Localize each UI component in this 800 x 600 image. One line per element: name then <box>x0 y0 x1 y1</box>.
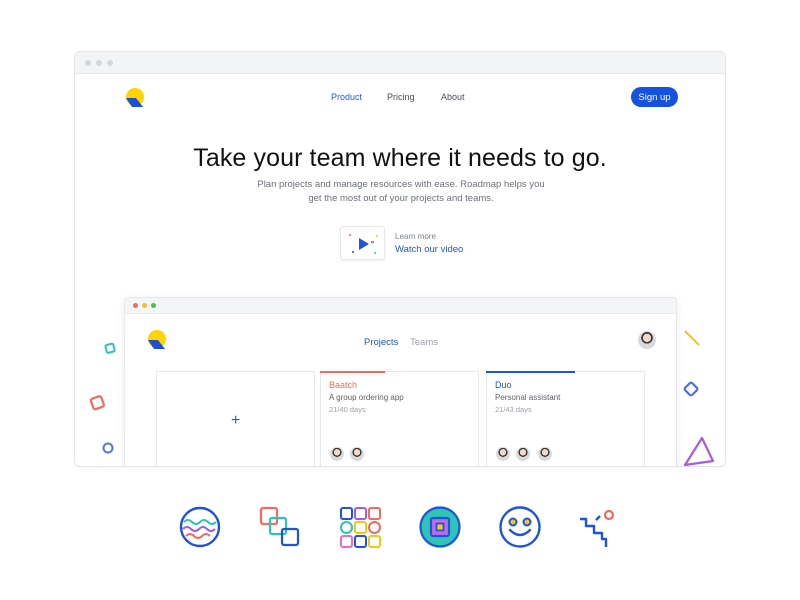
squiggle-path-icon <box>580 509 615 547</box>
add-project-card[interactable]: + <box>156 371 315 466</box>
smiley-face-icon <box>499 506 541 548</box>
teal-square-shape-icon <box>104 342 116 354</box>
user-avatar[interactable] <box>637 330 657 350</box>
window-dot <box>107 59 113 66</box>
project-description: Personal assistant <box>495 393 561 402</box>
window-dot <box>96 59 102 66</box>
nav-product[interactable]: Product <box>331 92 362 102</box>
purple-triangle-shape-icon <box>683 436 715 467</box>
member-avatar[interactable] <box>329 446 345 462</box>
close-dot <box>133 303 138 308</box>
project-card-duo[interactable]: Duo Personal assistant 21/43 days <box>486 371 645 466</box>
hero-subtitle-line: get the most out of your projects and te… <box>308 193 494 204</box>
blue-diamond-shape-icon <box>683 381 699 397</box>
hero-title: Take your team where it needs to go. <box>193 144 607 172</box>
browser-title-bar <box>75 52 725 74</box>
project-card-baatch[interactable]: Baatch A group ordering app 21/40 days <box>320 371 479 466</box>
tab-projects[interactable]: Projects <box>364 337 398 348</box>
add-icon: + <box>231 412 241 429</box>
app-preview-window: Projects Teams + Baatch A group ordering… <box>124 297 677 466</box>
watch-video-link[interactable]: Watch our video <box>395 244 463 255</box>
progress-bar <box>320 371 385 373</box>
project-description: A group ordering app <box>329 393 404 402</box>
globe-waves-icon <box>179 506 221 548</box>
video-thumbnail[interactable] <box>340 226 385 260</box>
framed-square-icon <box>419 506 461 548</box>
browser-window: Product Pricing About Sign up Take your … <box>74 51 726 467</box>
member-avatar[interactable] <box>349 446 365 462</box>
nav-pricing[interactable]: Pricing <box>387 92 415 102</box>
learn-more-label: Learn more <box>395 232 436 241</box>
app-logo-icon[interactable] <box>145 329 167 351</box>
hero-subtitle-line: Plan projects and manage resources with … <box>257 179 545 190</box>
member-avatar[interactable] <box>537 446 553 462</box>
project-days: 21/43 days <box>495 405 532 414</box>
play-icon <box>349 234 378 254</box>
yellow-line-shape-icon <box>684 330 700 346</box>
project-days: 21/40 days <box>329 405 366 414</box>
blue-ring-shape-icon <box>102 442 114 454</box>
maximize-dot <box>151 303 156 308</box>
signup-button[interactable]: Sign up <box>631 87 678 107</box>
overlapping-squares-icon <box>259 506 300 547</box>
progress-bar <box>486 371 575 373</box>
member-avatar[interactable] <box>495 446 511 462</box>
project-name: Duo <box>495 380 512 390</box>
nav-about[interactable]: About <box>441 92 465 102</box>
coral-square-shape-icon <box>89 395 105 411</box>
window-dot <box>85 59 91 66</box>
shape-grid-icon <box>340 507 381 548</box>
minimize-dot <box>142 303 147 308</box>
project-name: Baatch <box>329 380 358 390</box>
app-title-bar <box>125 298 676 314</box>
top-nav: Product Pricing About <box>75 92 725 108</box>
member-avatar[interactable] <box>515 446 531 462</box>
tab-teams[interactable]: Teams <box>410 337 438 348</box>
hero-subtitle: Plan projects and manage resources with … <box>245 178 557 206</box>
